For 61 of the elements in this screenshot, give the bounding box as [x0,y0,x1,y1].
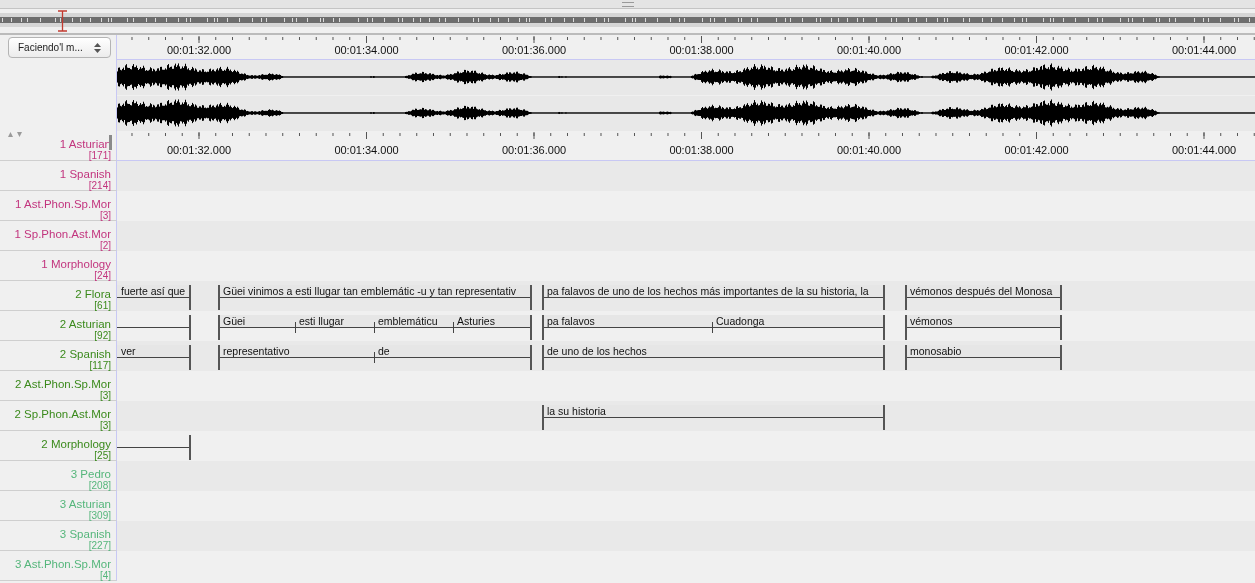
annotation[interactable]: la su historia [542,405,885,430]
annotation-count: [61] [94,301,111,311]
tier-name[interactable]: 2 Flora [75,288,111,301]
annotation-count: [3] [99,211,111,221]
annotation-count: [227] [88,541,111,551]
annotation[interactable]: Güei [218,315,296,340]
tier-name[interactable]: 1 Morphology [41,258,111,271]
media-dropdown[interactable]: Faciendo'l m... [8,37,111,58]
annotation[interactable]: de [375,345,532,370]
annotation[interactable]: monosabio [905,345,1062,370]
tier-name[interactable]: 2 Morphology [41,438,111,451]
annotation-count: [4] [99,571,111,581]
annotation[interactable]: pa falavos [542,315,713,340]
tier-name[interactable]: 1 Spanish [59,168,111,181]
time-label: 00:01:42.000 [1004,144,1069,156]
time-label: 00:01:36.000 [501,144,567,156]
annotation-count: [3] [99,421,111,431]
time-label: 00:01:40.000 [836,44,902,56]
time-label: 00:01:32.000 [166,44,232,56]
annotation[interactable]: fuerte así que [117,285,191,310]
tier-name[interactable]: 1 Sp.Phon.Ast.Mor [14,228,111,241]
annotation[interactable]: Güei vinimos a esti llugar tan emblemátic -u y tan representativ [218,285,532,310]
time-label: 00:01:36.000 [501,44,567,56]
tier-name[interactable]: 1 Ast.Phon.Sp.Mor [15,198,111,211]
annotation-count: [25] [94,451,111,461]
annotation[interactable]: Cuadonga [713,315,885,340]
tier-name[interactable]: 2 Ast.Phon.Sp.Mor [15,378,111,391]
time-label: 00:01:38.000 [669,44,734,56]
annotation-count: [2] [99,241,111,251]
annotation[interactable]: ver [117,345,191,370]
time-label: 00:01:38.000 [669,144,734,156]
time-label: 00:01:34.000 [334,44,399,56]
sort-arrows-icon[interactable] [8,132,24,137]
annotation-count: [171] [88,151,111,161]
tier-name[interactable]: 1 Asturian [59,138,111,151]
annotation[interactable]: pa falavos de uno de los hechos más importantes de la su historia, la [542,285,885,310]
annotation-count: [3] [99,391,111,401]
time-label: 00:01:40.000 [836,144,902,156]
splitter-handle[interactable] [621,1,634,7]
annotation[interactable]: Asturies [454,315,532,340]
annotation[interactable]: vémonos después del Monosa [905,285,1062,310]
annotation[interactable]: de uno de los hechos [542,345,885,370]
annotation[interactable]: vémonos [905,315,1062,340]
annotation-count: [24] [94,271,111,281]
time-label: 00:01:34.000 [334,144,399,156]
time-label: 00:01:42.000 [1004,44,1069,56]
annotation-count: [309] [88,511,111,521]
time-label: 00:01:44.000 [1171,144,1237,156]
playhead-marker[interactable] [57,10,68,32]
annotation-count: [92] [94,331,111,341]
time-label: 00:01:44.000 [1171,44,1237,56]
stepper-icon [94,42,101,53]
timeline-overview[interactable] [0,13,1255,27]
annotation-count: [117] [89,361,111,371]
tier-name[interactable]: 2 Sp.Phon.Ast.Mor [14,408,111,421]
annotation-count: [208] [88,481,111,491]
annotation-count: [214] [88,181,111,191]
tier-name[interactable]: 2 Asturian [59,318,111,331]
annotation[interactable]: representativo [218,345,375,370]
time-label: 00:01:32.000 [166,144,232,156]
tier-name[interactable]: 2 Spanish [59,348,111,361]
